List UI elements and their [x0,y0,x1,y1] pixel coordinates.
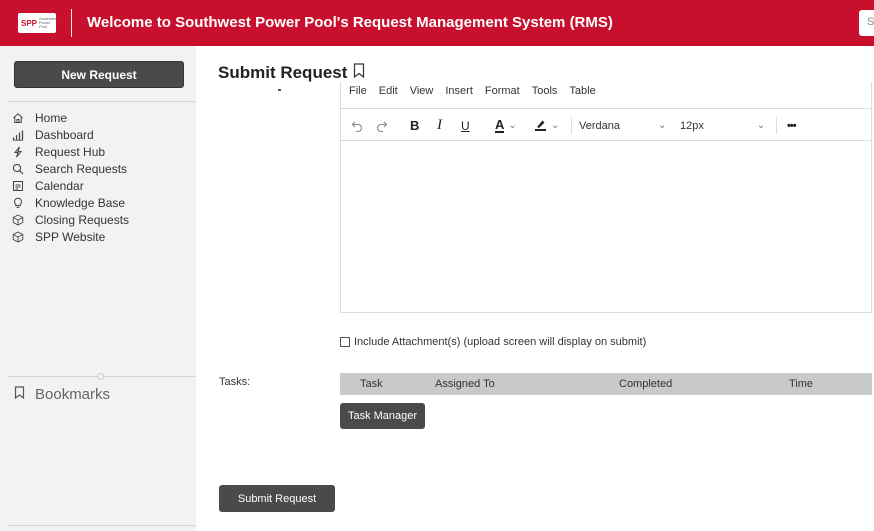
sidebar-item-closing-requests[interactable]: Closing Requests [12,211,129,228]
column-header-assigned-to[interactable]: Assigned To [435,378,495,390]
menu-insert[interactable]: Insert [445,85,473,97]
sidebar-item-search-requests[interactable]: Search Requests [12,160,129,177]
header-search-input[interactable]: S [859,10,874,36]
logo-text: SPP [20,18,37,28]
bookmark-icon [14,386,25,403]
chevron-down-icon: ⌄ [508,120,517,131]
main-content: Submit Request File Edit View Insert For… [196,46,874,531]
highlighter-icon [534,118,547,134]
tasks-table-header: Task Assigned To Completed Time [340,373,872,395]
redo-icon[interactable] [376,110,388,141]
sidebar-item-label: Calendar [35,178,84,193]
submit-request-button[interactable]: Submit Request [219,485,335,512]
italic-button[interactable]: I [437,110,442,141]
new-request-button[interactable]: New Request [14,61,184,88]
sidebar-divider [8,101,196,102]
menu-view[interactable]: View [410,85,434,97]
header-divider [71,9,72,37]
font-size-select[interactable]: 12px ⌄ [680,110,765,141]
sidebar-item-label: Search Requests [35,161,128,176]
bookmarks-section[interactable]: Bookmarks [14,386,110,403]
splitter-handle[interactable] [97,373,104,380]
column-header-completed[interactable]: Completed [619,378,672,390]
sidebar-item-knowledge-base[interactable]: Knowledge Base [12,194,129,211]
highlight-color-button[interactable]: ⌄ [534,110,559,141]
sidebar: New Request Home Dashboard Request Hub S… [0,46,196,531]
sidebar-item-label: Dashboard [35,127,94,142]
menu-tools[interactable]: Tools [532,85,558,97]
underline-button[interactable]: U [461,110,470,141]
cube-icon [12,230,24,243]
sidebar-item-spp-website[interactable]: SPP Website [12,228,129,245]
sidebar-item-label: Closing Requests [35,212,130,227]
sidebar-item-calendar[interactable]: Calendar [12,177,129,194]
include-attachment-option[interactable]: Include Attachment(s) (upload screen wil… [340,336,646,348]
undo-icon[interactable] [351,110,363,141]
bar-chart-icon [12,129,24,141]
sidebar-item-home[interactable]: Home [12,109,129,126]
editor-toolbar: B I U A ⌄ ⌄ Verdana ⌄ 12px ⌄ ••• [341,110,871,141]
chevron-down-icon: ⌄ [551,120,560,131]
app-title: Welcome to Southwest Power Pool's Reques… [87,14,613,31]
sidebar-item-label: Knowledge Base [35,195,126,210]
attachment-label: Include Attachment(s) (upload screen wil… [354,336,647,348]
column-header-task[interactable]: Task [360,378,383,390]
tasks-label: Tasks: [219,376,251,388]
menu-file[interactable]: File [349,85,367,97]
bookmarks-label: Bookmarks [35,386,111,403]
lightbulb-icon [12,197,24,209]
field-label-fragment [278,89,281,91]
toolbar-separator [776,117,777,134]
spp-logo[interactable]: SPP Southwest Power Pool [18,13,58,33]
font-size-value: 12px [680,119,704,132]
page-title: Submit Request [218,63,365,83]
page-title-text: Submit Request [218,63,348,82]
editor-menubar: File Edit View Insert Format Tools Table [341,82,871,109]
sidebar-item-request-hub[interactable]: Request Hub [12,143,129,160]
cube-icon [12,213,24,226]
sidebar-nav: Home Dashboard Request Hub Search Reques… [12,109,129,245]
sidebar-item-label: SPP Website [35,229,106,244]
sidebar-item-dashboard[interactable]: Dashboard [12,126,129,143]
task-manager-button[interactable]: Task Manager [340,403,425,429]
toolbar-separator [571,117,572,134]
column-header-time[interactable]: Time [789,378,813,390]
app-header: SPP Southwest Power Pool Welcome to Sout… [0,0,874,46]
menu-edit[interactable]: Edit [379,85,398,97]
more-options-button[interactable]: ••• [787,110,797,141]
font-family-value: Verdana [579,119,620,132]
menu-table[interactable]: Table [569,85,595,97]
calendar-icon [12,180,24,192]
bold-button[interactable]: B [410,110,419,141]
attachment-checkbox[interactable] [340,337,350,347]
search-icon [12,163,24,175]
chevron-down-icon: ⌄ [756,120,766,131]
text-color-letter: A [495,116,505,133]
lightning-icon [12,146,24,158]
font-family-select[interactable]: Verdana ⌄ [579,110,666,141]
home-icon [12,112,24,124]
sidebar-item-label: Home [35,110,68,125]
bookmark-icon[interactable] [353,63,365,83]
logo-subtext: Southwest Power Pool [39,16,58,29]
chevron-down-icon: ⌄ [657,120,667,131]
menu-format[interactable]: Format [485,85,520,97]
sidebar-item-label: Request Hub [35,144,106,159]
rich-text-editor[interactable]: File Edit View Insert Format Tools Table… [340,82,872,313]
sidebar-bottom-divider [8,525,196,526]
text-color-button[interactable]: A ⌄ [495,110,517,141]
